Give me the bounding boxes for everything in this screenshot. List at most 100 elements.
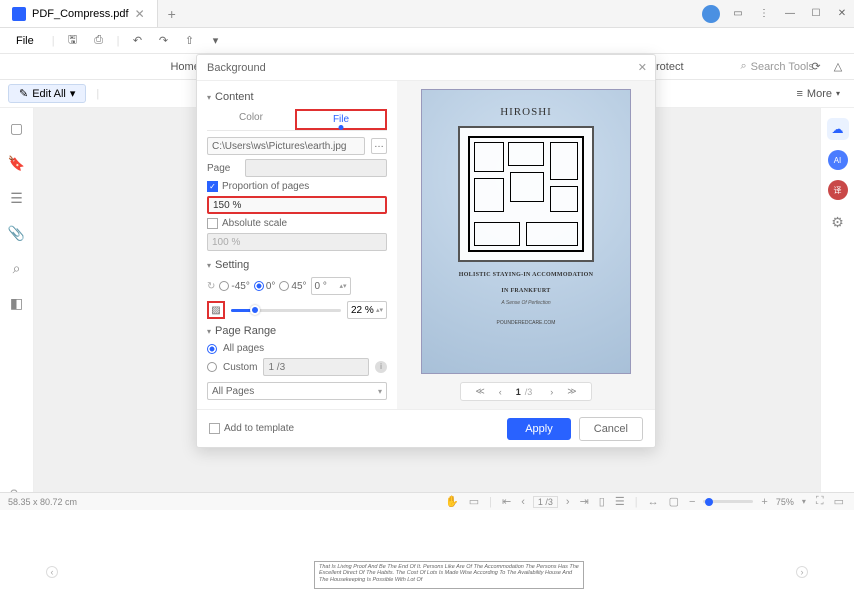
kebab-icon[interactable]: ⋮ [752,4,776,24]
cancel-button[interactable]: Cancel [579,417,643,441]
thumbnail-icon[interactable]: ▢ [10,120,23,137]
fit-page-icon[interactable]: ▢ [667,495,681,508]
new-tab-button[interactable]: + [158,6,186,22]
page-range-dropdown[interactable]: All Pages ▾ [207,382,387,400]
single-page-icon[interactable]: ▯ [597,495,607,508]
search-tools[interactable]: ⌕ Search Tools [740,60,814,73]
page-next-icon[interactable]: › [564,496,572,508]
minimize-button[interactable]: — [778,4,802,24]
read-mode-icon[interactable]: ▭ [832,495,846,508]
absolute-scale-checkbox[interactable] [207,218,218,229]
color-tab[interactable]: Color [207,109,295,130]
opacity-thumb[interactable] [250,305,260,315]
setting-section-title[interactable]: Setting [207,259,387,271]
page-input [245,159,387,177]
chevron-down-icon: ▾ [836,89,840,98]
pager-last-button[interactable]: ≫ [563,386,580,397]
search-panel-icon[interactable]: ⌕ [13,260,21,277]
pin-icon[interactable]: ⟳ [808,59,824,75]
more-label: More [807,88,832,100]
opacity-value[interactable]: 22 %▴▾ [347,301,387,319]
file-menu[interactable]: File [8,33,42,49]
edit-all-button[interactable]: ✎ Edit All ▾ [8,84,86,103]
proportion-label: Proportion of pages [222,181,309,192]
zoom-in-icon[interactable]: + [759,496,769,508]
ai-badge[interactable]: AI [828,150,848,170]
chevron-down-icon[interactable]: ▾ [800,497,808,506]
attachment-icon[interactable]: 📎 [8,225,25,242]
file-tab[interactable]: File [295,109,387,130]
document-tab[interactable]: PDF_Compress.pdf ✕ [0,0,158,27]
fullscreen-icon[interactable]: ⛶ [814,495,826,508]
opacity-slider[interactable] [231,309,341,312]
preview-floorplan [458,126,594,262]
share-icon[interactable]: ⇧ [181,33,197,49]
rotate-icon: ↻ [207,281,215,292]
maximize-button[interactable]: ☐ [804,4,828,24]
layers-icon[interactable]: ◧ [10,295,23,312]
preview-pager: ≪ ‹ 1/3 › ≫ [460,382,591,401]
background-preview: HIROSHI HOLISTIC STAYING-IN ACCOMMODATIO… [421,89,631,374]
print-icon[interactable]: ⎙ [91,33,107,49]
opacity-icon[interactable]: ▨ [207,301,225,319]
page-range-section-title[interactable]: Page Range [207,325,387,337]
save-icon[interactable]: 🖫 [65,33,81,49]
dialog-title: Background [207,62,266,74]
document-text-preview: That Is Living Proof And Be The End Of I… [314,561,584,589]
rotate-0-radio[interactable] [254,281,264,291]
apply-button[interactable]: Apply [507,418,571,440]
more-button[interactable]: ≡ More ▾ [797,88,841,100]
zoom-slider[interactable] [703,500,753,503]
hand-tool-icon[interactable]: ✋ [443,495,461,508]
absolute-scale-input [207,233,387,251]
user-avatar[interactable] [702,5,720,23]
rotate-neg45-radio[interactable] [219,281,229,291]
custom-label: Custom [223,362,257,373]
pager-first-button[interactable]: ≪ [471,386,488,397]
absolute-scale-label: Absolute scale [222,218,287,229]
close-tab-icon[interactable]: ✕ [135,7,145,21]
continuous-page-icon[interactable]: ☰ [613,495,627,508]
cloud-icon[interactable]: ☁ [827,118,849,140]
pager-next-button[interactable]: › [546,387,557,397]
add-template-checkbox[interactable] [209,423,220,434]
zoom-out-icon[interactable]: − [687,496,697,508]
preview-subtitle-2: IN FRANKFURT [501,288,550,294]
collapse-icon[interactable]: △ [830,59,846,75]
select-tool-icon[interactable]: ▭ [467,495,481,508]
preview-brand: HIROSHI [500,106,552,118]
pager-prev-button[interactable]: ‹ [495,387,506,397]
all-pages-radio[interactable] [207,344,217,354]
content-section-title[interactable]: Content [207,91,387,103]
page-last-icon[interactable]: ⇥ [578,495,591,508]
page-first-icon[interactable]: ⇤ [500,495,513,508]
translate-badge[interactable]: 译 [828,180,848,200]
fit-width-icon[interactable]: ↔ [646,496,661,508]
background-dialog: Background ✕ Content Color File … Page ✓ [196,54,656,448]
close-dialog-button[interactable]: ✕ [638,61,647,74]
all-pages-label: All pages [223,343,264,354]
prev-page-button[interactable]: ‹ [46,566,58,578]
zoom-percent[interactable]: 75% [776,497,794,507]
hamburger-icon: ≡ [797,88,803,100]
custom-radio[interactable] [207,362,217,372]
page-prev-icon[interactable]: ‹ [519,496,527,508]
next-page-button[interactable]: › [796,566,808,578]
rotation-spinner[interactable]: 0 °▴▾ [311,277,351,295]
menu-icon[interactable]: ▭ [726,4,750,24]
page-number-field[interactable]: 1 /3 [533,496,558,508]
outline-icon[interactable]: ☰ [10,190,23,207]
close-window-button[interactable]: ✕ [830,4,854,24]
proportion-input[interactable] [207,196,387,214]
rotate-45-radio[interactable] [279,281,289,291]
proportion-checkbox[interactable]: ✓ [207,181,218,192]
file-path-input[interactable] [207,137,365,155]
more-tools-icon[interactable]: ▾ [207,33,223,49]
browse-file-button[interactable]: … [371,138,387,154]
chevron-down-icon: ▾ [378,387,382,396]
settings-panel-icon[interactable]: ⚙ [831,214,844,231]
undo-icon[interactable]: ↶ [129,33,145,49]
bookmark-icon[interactable]: 🔖 [8,155,25,172]
info-icon[interactable]: i [375,361,387,373]
redo-icon[interactable]: ↷ [155,33,171,49]
